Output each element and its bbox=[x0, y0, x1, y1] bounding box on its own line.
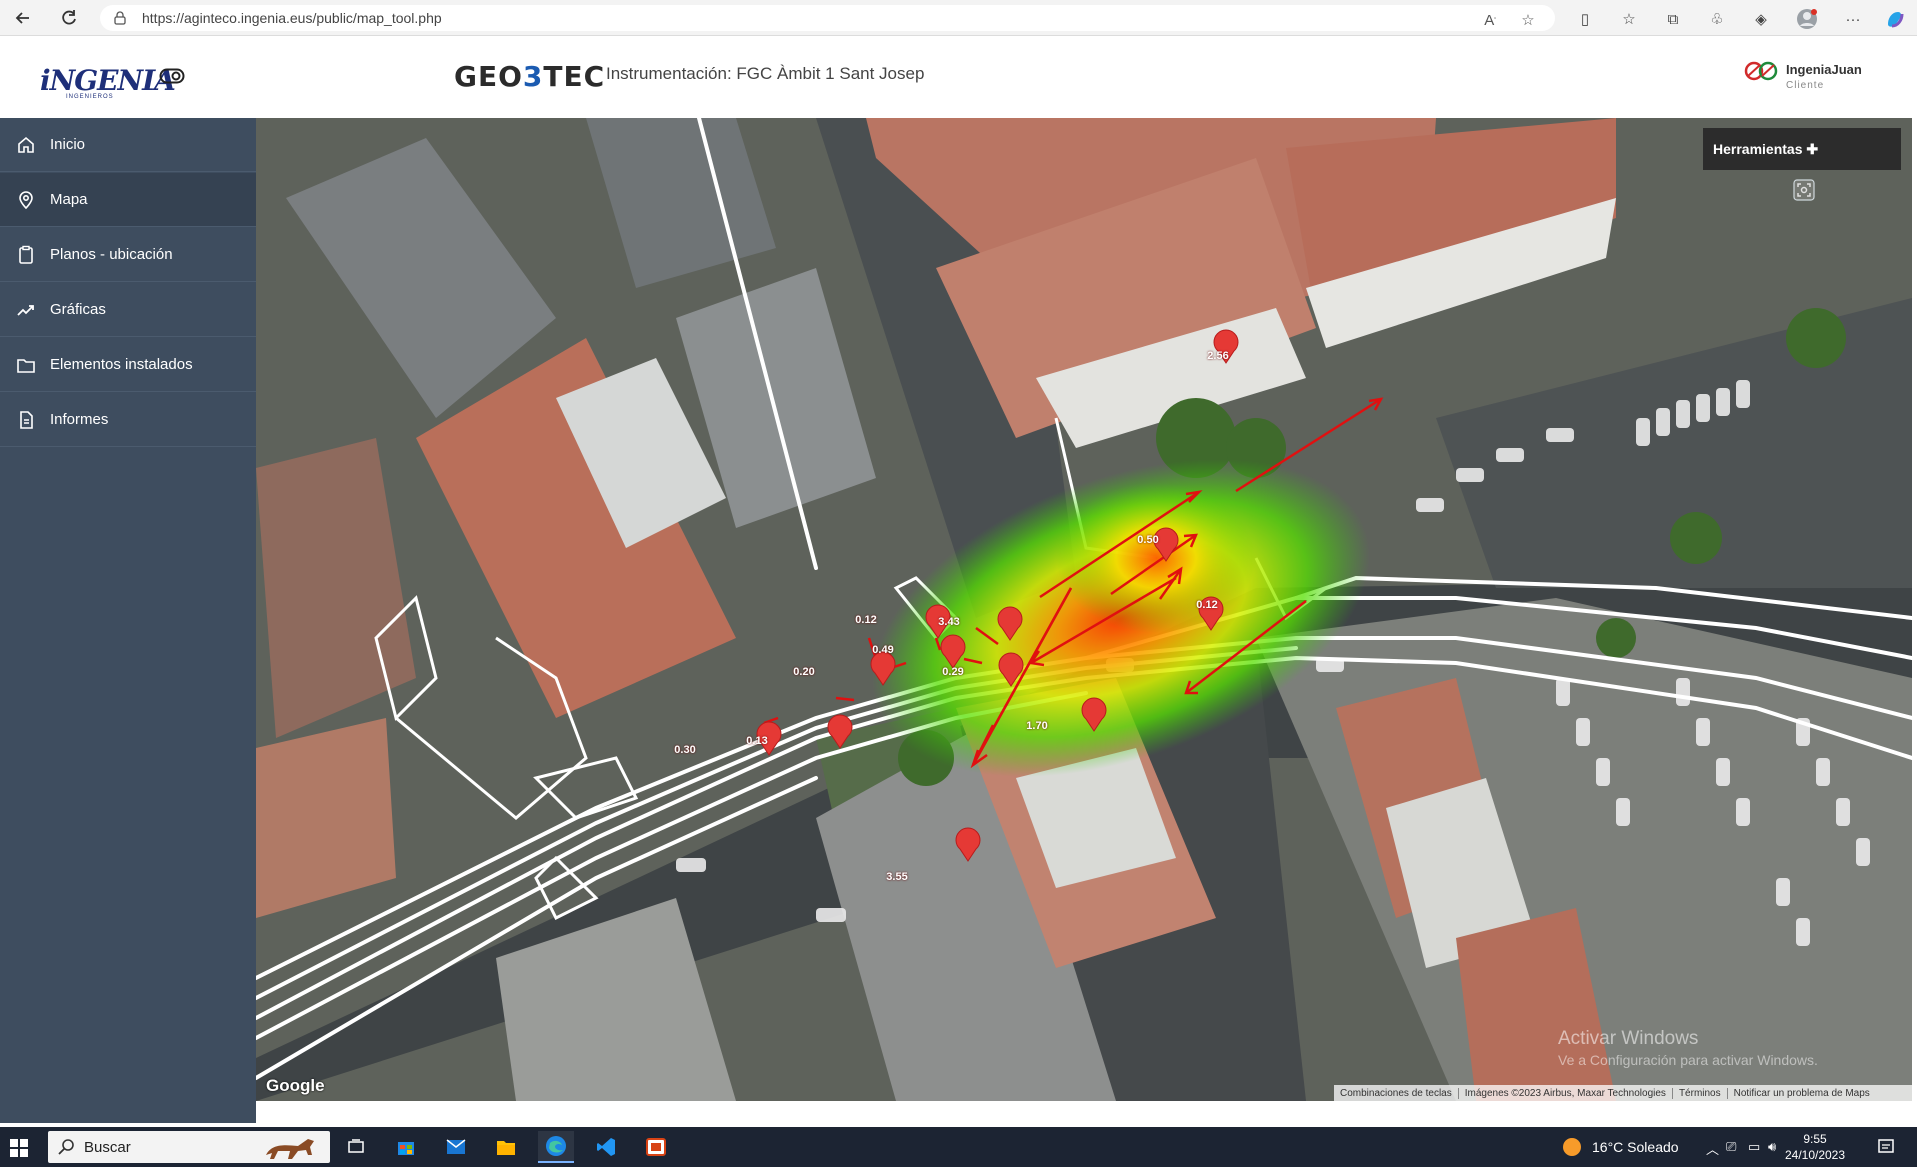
marker-label[interactable]: 3.55 bbox=[886, 871, 907, 883]
marker-label[interactable]: 0.13 bbox=[746, 735, 767, 747]
weather-text[interactable]: 16°C Soleado bbox=[1592, 1139, 1679, 1155]
extension-icon[interactable]: ♧ bbox=[1706, 8, 1728, 30]
clipboard-icon bbox=[19, 245, 33, 264]
marker-label[interactable]: 0.49 bbox=[872, 644, 893, 656]
activate-windows-subtext: Ve a Configuración para activar Windows. bbox=[1558, 1052, 1818, 1068]
split-screen-icon[interactable]: ▯ bbox=[1574, 8, 1596, 30]
mail-icon[interactable] bbox=[438, 1131, 474, 1163]
windows-taskbar: Buscar 16°C Soleado ︿ ⎚ ▭ 🔊︎ 9:55 24/10/… bbox=[0, 1127, 1917, 1167]
imagery-credit: Imágenes ©2023 Airbus, Maxar Technologie… bbox=[1459, 1087, 1673, 1099]
activate-windows-watermark: Activar Windows bbox=[1558, 1028, 1699, 1049]
edge-browser-icon[interactable] bbox=[538, 1131, 574, 1163]
marker-label[interactable]: 0.20 bbox=[793, 666, 814, 678]
user-company-logo-icon bbox=[1744, 61, 1778, 81]
keyboard-shortcuts-link[interactable]: Combinaciones de teclas bbox=[1334, 1087, 1459, 1099]
sidebar-item-informes[interactable]: Informes bbox=[0, 393, 256, 447]
document-icon bbox=[20, 411, 33, 429]
sidebar-item-graficas[interactable]: Gráficas bbox=[0, 283, 256, 337]
sidebar-item-label: Informes bbox=[50, 411, 109, 428]
file-explorer-icon[interactable] bbox=[488, 1131, 524, 1163]
sidebar-toggle-icon[interactable] bbox=[159, 68, 185, 84]
marker-label[interactable]: 3.43 bbox=[938, 616, 959, 628]
report-problem-link[interactable]: Notificar un problema de Maps bbox=[1728, 1088, 1876, 1099]
refresh-icon[interactable] bbox=[56, 5, 82, 31]
logo-subtitle: INGENIEROS bbox=[66, 94, 114, 100]
marker-label[interactable]: 0.50 bbox=[1137, 534, 1158, 546]
search-icon bbox=[58, 1139, 74, 1155]
sidebar-item-label: Planos - ubicación bbox=[50, 246, 173, 263]
sidebar-item-label: Elementos instalados bbox=[50, 356, 193, 373]
read-aloud-icon[interactable]: Aʹ bbox=[1480, 10, 1500, 30]
favorite-star-icon[interactable]: ☆ bbox=[1518, 10, 1538, 30]
sidebar-item-planos[interactable]: Planos - ubicación bbox=[0, 228, 256, 282]
url-text: https://aginteco.ingenia.eus/public/map_… bbox=[142, 10, 442, 26]
sidebar-item-label: Mapa bbox=[50, 191, 88, 208]
browser-toolbar: https://aginteco.ingenia.eus/public/map_… bbox=[0, 0, 1917, 36]
app-header: iNGENIA INGENIEROS GEO3TEC Instrumentaci… bbox=[0, 36, 1917, 118]
geo3tec-logo: GEO3TEC bbox=[454, 60, 606, 93]
marker-label[interactable]: 0.12 bbox=[855, 614, 876, 626]
page-title: Instrumentación: FGC Àmbit 1 Sant Josep bbox=[606, 64, 925, 83]
weather-sun-icon[interactable] bbox=[1563, 1138, 1581, 1156]
fullscreen-icon[interactable] bbox=[1792, 178, 1816, 202]
search-placeholder: Buscar bbox=[84, 1138, 131, 1156]
notifications-icon[interactable] bbox=[1877, 1138, 1895, 1156]
sidebar-item-label: Inicio bbox=[50, 136, 86, 153]
map-attribution: Combinaciones de teclas Imágenes ©2023 A… bbox=[1334, 1085, 1912, 1101]
map-pin-icon bbox=[19, 191, 33, 210]
user-name[interactable]: IngeniaJuan bbox=[1786, 62, 1862, 77]
marker-label[interactable]: 0.30 bbox=[674, 744, 695, 756]
taskbar-search[interactable]: Buscar bbox=[48, 1131, 330, 1163]
collections-icon[interactable]: ⧉ bbox=[1662, 8, 1684, 30]
usb-device-icon[interactable]: ⎚ bbox=[1726, 1139, 1736, 1155]
home-icon bbox=[18, 136, 34, 153]
task-view-icon[interactable] bbox=[338, 1131, 374, 1163]
marker-label[interactable]: 0.29 bbox=[942, 666, 963, 678]
clock-time[interactable]: 9:55 bbox=[1785, 1132, 1845, 1146]
windows-start-icon[interactable] bbox=[10, 1139, 28, 1157]
microsoft-store-icon[interactable] bbox=[388, 1131, 424, 1163]
marker-label[interactable]: 1.70 bbox=[1026, 720, 1047, 732]
terms-link[interactable]: Términos bbox=[1673, 1087, 1728, 1099]
map-canvas[interactable] bbox=[256, 118, 1912, 1101]
copilot-icon[interactable] bbox=[1884, 8, 1906, 30]
folder-icon bbox=[17, 359, 35, 373]
favorites-icon[interactable]: ☆ bbox=[1618, 8, 1640, 30]
back-icon[interactable] bbox=[10, 5, 36, 31]
presentation-app-icon[interactable] bbox=[638, 1131, 674, 1163]
browser-essentials-icon[interactable]: ◈ bbox=[1750, 8, 1772, 30]
marker-label[interactable]: 2.56 bbox=[1207, 350, 1228, 362]
sidebar: Inicio Mapa Planos - ubicación Gráficas … bbox=[0, 118, 256, 1123]
satellite-map[interactable]: 2.56 0.50 0.12 3.43 0.12 0.49 0.29 0.20 … bbox=[256, 118, 1912, 1101]
ingenia-logo[interactable]: iNGENIA bbox=[40, 64, 176, 97]
sidebar-item-mapa[interactable]: Mapa bbox=[0, 173, 256, 227]
marker-label[interactable]: 0.12 bbox=[1196, 599, 1217, 611]
lock-icon bbox=[114, 11, 126, 25]
address-bar[interactable]: https://aginteco.ingenia.eus/public/map_… bbox=[100, 5, 1555, 31]
network-icon[interactable]: ▭ bbox=[1748, 1139, 1760, 1155]
tools-button[interactable]: Herramientas ✚ bbox=[1703, 128, 1901, 170]
vscode-icon[interactable] bbox=[588, 1131, 624, 1163]
google-logo[interactable]: Google bbox=[266, 1076, 325, 1096]
profile-avatar-icon[interactable] bbox=[1796, 8, 1818, 30]
more-menu-icon[interactable]: ··· bbox=[1842, 8, 1864, 30]
user-role: Cliente bbox=[1786, 80, 1825, 91]
sidebar-item-elementos[interactable]: Elementos instalados bbox=[0, 338, 256, 392]
sidebar-item-label: Gráficas bbox=[50, 301, 106, 318]
trend-chart-icon bbox=[17, 305, 34, 316]
clock-date[interactable]: 24/10/2023 bbox=[1774, 1148, 1856, 1162]
tray-chevron-icon[interactable]: ︿ bbox=[1706, 1139, 1719, 1158]
sidebar-item-inicio[interactable]: Inicio bbox=[0, 118, 256, 172]
horse-icon bbox=[266, 1139, 314, 1159]
